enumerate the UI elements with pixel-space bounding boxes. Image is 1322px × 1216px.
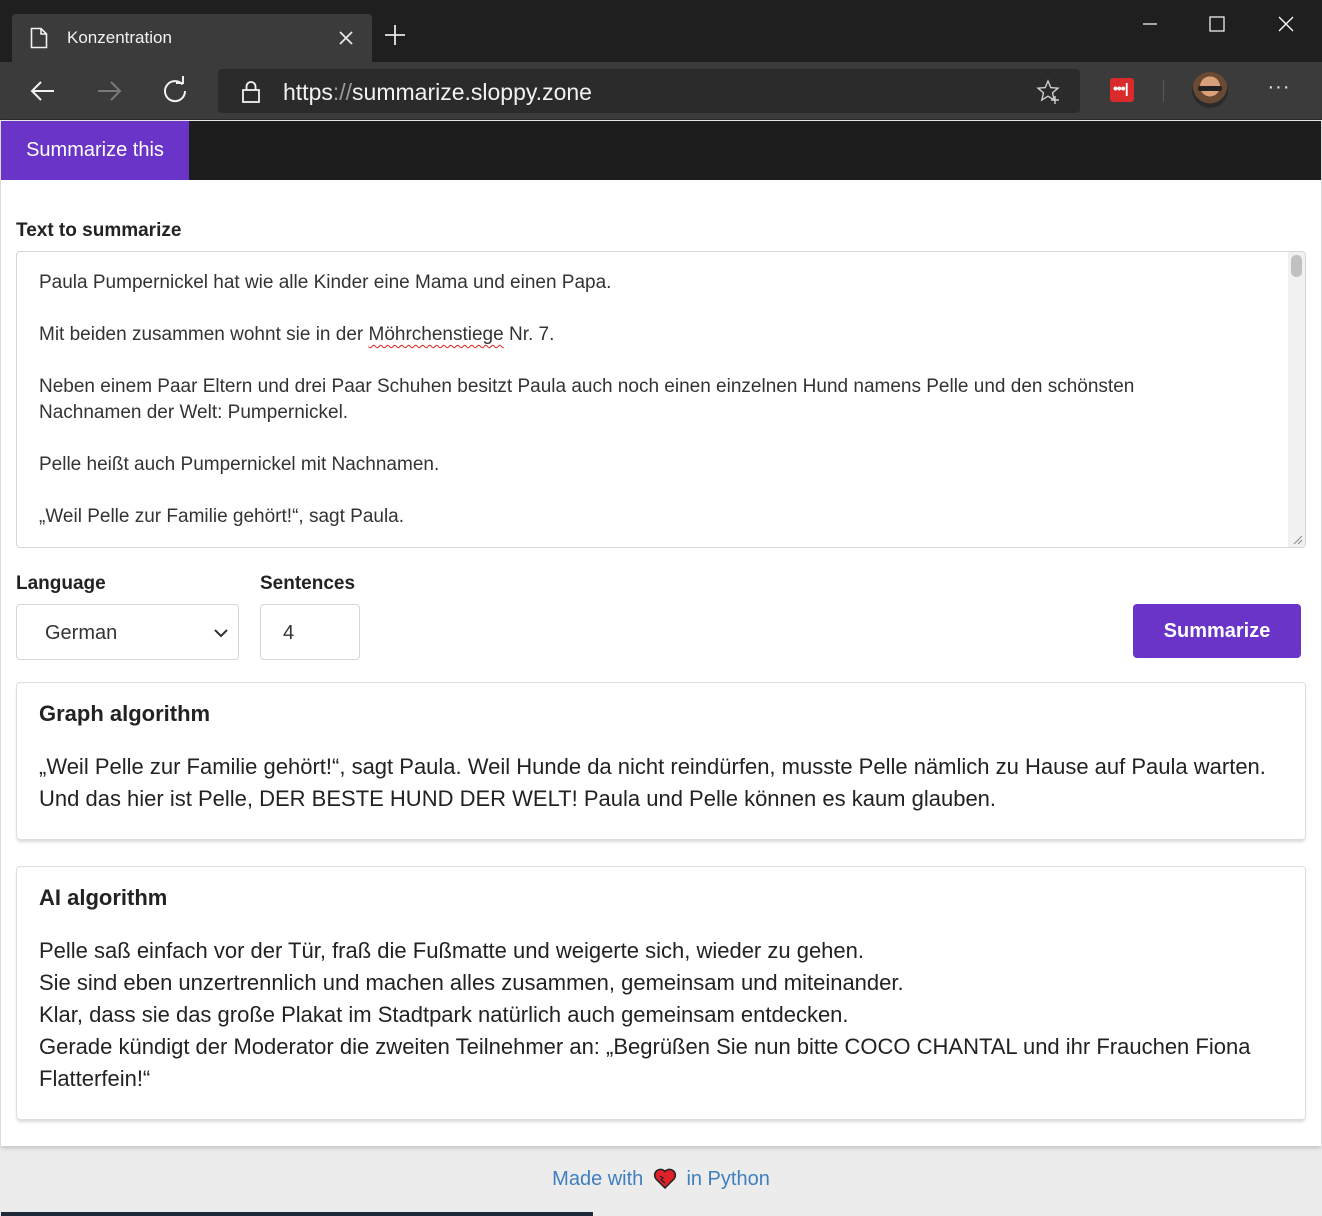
sentences-input[interactable]: 4 bbox=[260, 604, 360, 660]
ai-card-title: AI algorithm bbox=[39, 885, 168, 910]
language-value: German bbox=[45, 622, 118, 644]
text-line: Nachnamen der Welt: Pumpernickel. bbox=[39, 402, 349, 423]
browser-titlebar: Konzentration bbox=[0, 0, 1322, 62]
graph-card-body: „Weil Pelle zur Familie gehört!“, sagt P… bbox=[39, 751, 1289, 815]
result-line: Und das hier ist Pelle, DER BESTE HUND D… bbox=[39, 786, 997, 811]
avatar[interactable] bbox=[1192, 72, 1228, 108]
lock-icon bbox=[242, 81, 260, 103]
text-line: Mit beiden zusammen wohnt sie in der Möh… bbox=[39, 322, 554, 348]
result-line: Sie sind eben unzertrennlich und machen … bbox=[39, 970, 904, 995]
browser-toolbar: https://summarize.sloppy.zone •••| ··· bbox=[0, 62, 1322, 120]
footer-made-with: Made with bbox=[552, 1168, 644, 1190]
reload-icon[interactable] bbox=[158, 74, 192, 108]
sentences-label: Sentences bbox=[260, 573, 356, 594]
resize-handle-icon[interactable] bbox=[1291, 533, 1303, 545]
footer: Made with in Python bbox=[1, 1167, 1321, 1191]
arrow-left-icon[interactable] bbox=[26, 74, 60, 108]
plus-icon[interactable] bbox=[382, 22, 408, 48]
address-bar[interactable]: https://summarize.sloppy.zone bbox=[218, 69, 1080, 113]
text-label: Text to summarize bbox=[16, 220, 182, 241]
page-viewport: Summarize this Text to summarize Paula P… bbox=[1, 121, 1321, 1216]
page-container: Summarize this Text to summarize Paula P… bbox=[1, 121, 1321, 1146]
graph-result-card: Graph algorithm „Weil Pelle zur Familie … bbox=[16, 682, 1306, 840]
language-label: Language bbox=[16, 573, 106, 594]
result-line: Klar, dass sie das große Plakat im Stadt… bbox=[39, 1002, 849, 1027]
star-plus-icon[interactable] bbox=[1036, 79, 1062, 105]
url-scheme: https bbox=[283, 79, 333, 105]
close-window-icon[interactable] bbox=[1266, 8, 1306, 40]
language-select[interactable]: German bbox=[16, 604, 239, 660]
sentences-value: 4 bbox=[283, 622, 295, 644]
close-tab-icon[interactable] bbox=[334, 26, 358, 50]
arrow-right-icon[interactable] bbox=[92, 74, 126, 108]
result-line: „Weil Pelle zur Familie gehört!“, sagt P… bbox=[39, 754, 1266, 779]
text-fragment: Nr. 7. bbox=[503, 324, 555, 345]
brand-link[interactable]: Summarize this bbox=[1, 121, 189, 180]
chevron-down-icon bbox=[214, 629, 228, 638]
url-host: summarize.sloppy.zone bbox=[352, 79, 592, 105]
taskbar-strip bbox=[1, 1212, 593, 1216]
text-line: Neben einem Paar Eltern und drei Paar Sc… bbox=[39, 376, 1135, 397]
minimize-icon[interactable] bbox=[1130, 8, 1170, 40]
url-separator: :// bbox=[332, 79, 353, 105]
heart-icon bbox=[653, 1168, 676, 1189]
footer-in-python[interactable]: in Python bbox=[686, 1168, 769, 1190]
result-line: Gerade kündigt der Moderator die zweiten… bbox=[39, 1034, 1251, 1059]
text-input[interactable]: Paula Pumpernickel hat wie alle Kinder e… bbox=[16, 251, 1306, 548]
page-icon bbox=[30, 27, 48, 49]
text-line: Paula Pumpernickel hat wie alle Kinder e… bbox=[39, 272, 612, 293]
maximize-icon[interactable] bbox=[1197, 8, 1237, 40]
more-icon[interactable]: ··· bbox=[1262, 76, 1296, 106]
browser-tab[interactable]: Konzentration bbox=[12, 14, 372, 62]
graph-card-title: Graph algorithm bbox=[39, 701, 211, 726]
text-line: Pelle heißt auch Pumpernickel mit Nachna… bbox=[39, 454, 440, 475]
result-line: Pelle saß einfach vor der Tür, fraß die … bbox=[39, 938, 864, 963]
misspelled-word: Möhrchenstiege bbox=[368, 324, 504, 345]
text-line: „Weil Pelle zur Familie gehört!“, sagt P… bbox=[39, 506, 405, 527]
result-line: Flatterfein!“ bbox=[39, 1066, 151, 1091]
lastpass-icon[interactable]: •••| bbox=[1110, 78, 1134, 102]
ai-result-card: AI algorithm Pelle saß einfach vor der T… bbox=[16, 866, 1306, 1120]
scrollbar-thumb[interactable] bbox=[1291, 255, 1302, 277]
url-text: https://summarize.sloppy.zone bbox=[283, 79, 592, 106]
summarize-button[interactable]: Summarize bbox=[1133, 604, 1301, 658]
textarea-scrollbar[interactable] bbox=[1288, 252, 1305, 547]
text-fragment: Mit beiden zusammen wohnt sie in der bbox=[39, 324, 369, 345]
navbar: Summarize this bbox=[1, 121, 1321, 180]
toolbar-divider bbox=[1163, 80, 1164, 102]
ai-card-body: Pelle saß einfach vor der Tür, fraß die … bbox=[39, 935, 1289, 1095]
tab-title: Konzentration bbox=[67, 28, 172, 47]
